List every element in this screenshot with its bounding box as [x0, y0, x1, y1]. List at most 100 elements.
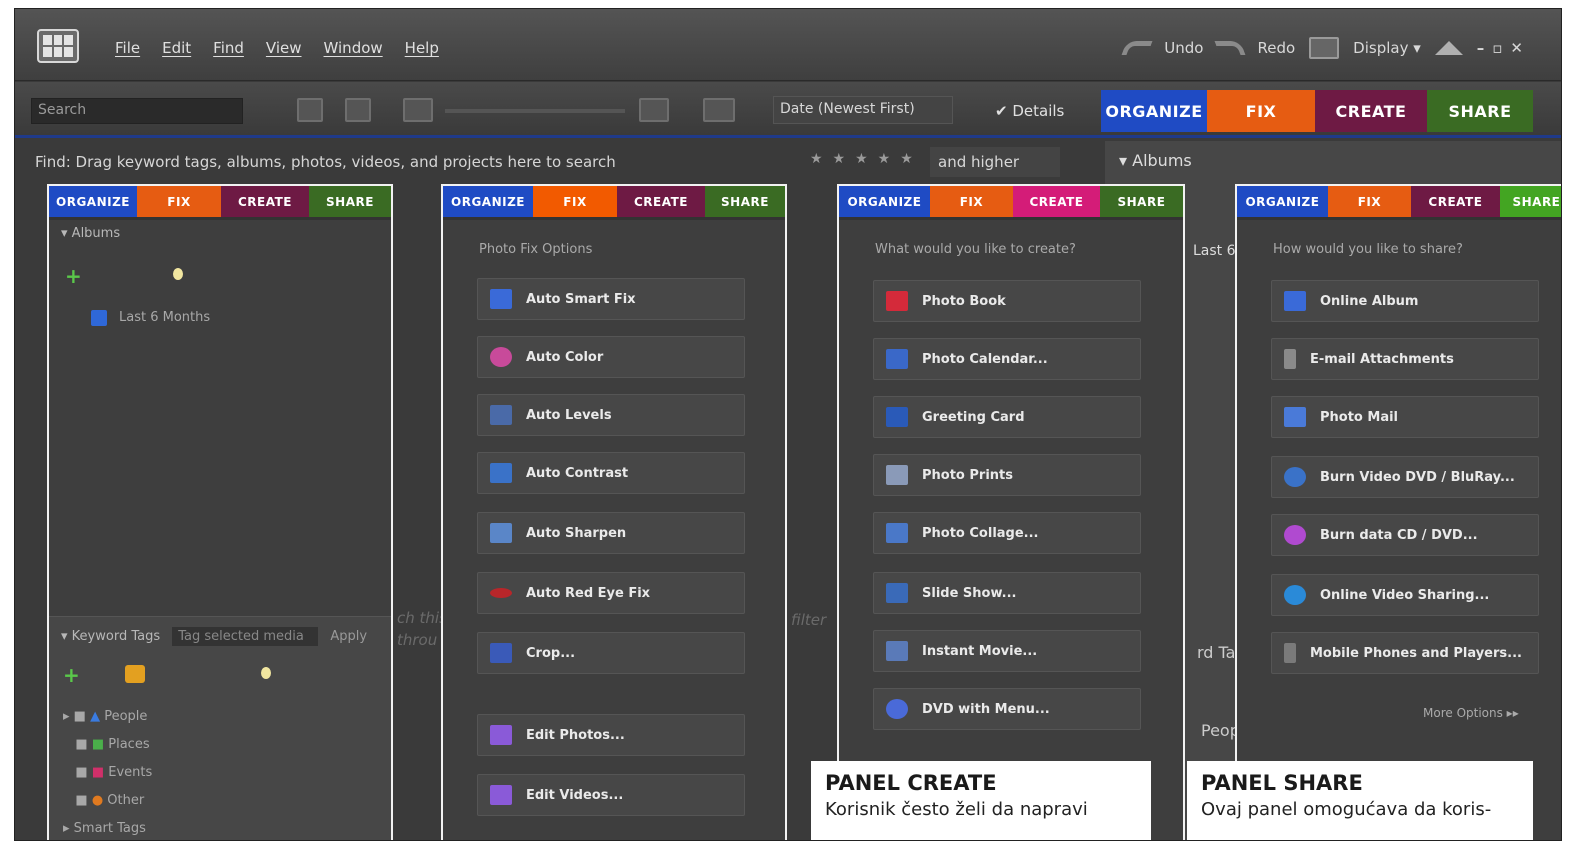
add-icon[interactable]: +	[65, 264, 82, 288]
photo-collage-button[interactable]: Photo Collage...	[873, 512, 1141, 554]
lock-icon[interactable]	[125, 665, 145, 683]
tag-row-people[interactable]: ▸ ■ ▲ People	[63, 703, 152, 731]
tab-organize[interactable]: ORGANIZE	[1101, 90, 1207, 132]
tag-row-other[interactable]: ■ ● Other	[63, 787, 152, 815]
tab-create[interactable]: CREATE	[1410, 186, 1500, 217]
online-album-button[interactable]: Online Album	[1271, 280, 1539, 322]
auto-levels-label: Auto Levels	[526, 407, 612, 423]
tag-row-places[interactable]: ■ ■ Places	[63, 731, 152, 759]
albums-header[interactable]: ▾ Albums	[49, 220, 391, 247]
tag-row-smart[interactable]: ▸ Smart Tags	[63, 815, 152, 840]
slideshow-icon[interactable]	[703, 98, 735, 122]
keyword-tags-header[interactable]: ▾ Keyword Tags Tag selected media Apply	[49, 617, 391, 652]
greeting-card-button[interactable]: Greeting Card	[873, 396, 1141, 438]
menu-edit[interactable]: Edit	[162, 39, 191, 57]
details-checkbox[interactable]: ✔ Details	[995, 102, 1064, 120]
thumbnail-size-slider[interactable]	[445, 109, 625, 113]
instant-movie-button[interactable]: Instant Movie...	[873, 630, 1141, 672]
tab-organize[interactable]: ORGANIZE	[839, 186, 930, 217]
keyword-tags-title: Keyword Tags	[71, 629, 161, 644]
apply-button[interactable]: Apply	[330, 629, 367, 644]
tab-fix[interactable]: FIX	[137, 186, 221, 217]
tab-create[interactable]: CREATE	[617, 186, 705, 217]
tag-events-label: Events	[108, 765, 153, 780]
caption-create: PANEL CREATE Korisnik često želi da napr…	[811, 761, 1151, 840]
window-controls[interactable]: –▫✕	[1477, 39, 1531, 57]
slide-show-label: Slide Show...	[922, 585, 1017, 601]
tag-list: ▸ ■ ▲ People ■ ■ Places ■ ■ Events ■ ● O…	[63, 703, 152, 840]
tag-lightbulb-icon[interactable]	[261, 667, 271, 679]
tab-fix[interactable]: FIX	[1207, 90, 1315, 132]
menu-file[interactable]: File	[115, 39, 140, 57]
more-options-link[interactable]: More Options ▸▸	[1423, 706, 1519, 720]
online-video-sharing-button[interactable]: Online Video Sharing...	[1271, 574, 1539, 616]
redo-button[interactable]: Redo	[1257, 39, 1295, 57]
email-attachments-button[interactable]: E-mail Attachments	[1271, 338, 1539, 380]
burn-data-cd-button[interactable]: Burn data CD / DVD...	[1271, 514, 1539, 556]
auto-red-eye-fix-button[interactable]: Auto Red Eye Fix	[477, 572, 745, 614]
phone-icon	[1284, 643, 1296, 663]
menubar: File Edit Find View Window Help Undo Red…	[15, 9, 1561, 81]
lightbulb-icon[interactable]	[173, 268, 183, 280]
share-panel: ORGANIZE FIX CREATE SHARE How would you …	[1235, 184, 1561, 840]
auto-levels-button[interactable]: Auto Levels	[477, 394, 745, 436]
tag-media-input[interactable]: Tag selected media	[172, 627, 319, 646]
undo-button[interactable]: Undo	[1164, 39, 1203, 57]
rating-stars[interactable]: ★★★★★	[810, 151, 923, 167]
tab-share[interactable]: SHARE	[705, 186, 785, 217]
tab-organize[interactable]: ORGANIZE	[1237, 186, 1328, 217]
crop-icon	[490, 643, 512, 663]
slideshow-icon	[886, 583, 908, 603]
menu-window[interactable]: Window	[324, 39, 383, 57]
tab-organize[interactable]: ORGANIZE	[49, 186, 137, 217]
auto-sharpen-button[interactable]: Auto Sharpen	[477, 512, 745, 554]
burn-video-dvd-button[interactable]: Burn Video DVD / BluRay...	[1271, 456, 1539, 498]
auto-smart-fix-button[interactable]: Auto Smart Fix	[477, 278, 745, 320]
display-button[interactable]: Display ▾	[1353, 39, 1421, 57]
caption-share-text: Ovaj panel omogućava da koris-	[1201, 799, 1492, 820]
tab-share[interactable]: SHARE	[309, 186, 391, 217]
add-tag-icon[interactable]: +	[63, 663, 80, 687]
create-title: What would you like to create?	[875, 242, 1076, 257]
tag-places-label: Places	[108, 737, 150, 752]
online-video-sharing-label: Online Video Sharing...	[1320, 587, 1490, 603]
home-icon[interactable]	[1434, 41, 1463, 55]
sort-dropdown[interactable]: Date (Newest First)	[773, 96, 953, 124]
photo-book-icon	[886, 291, 908, 311]
single-view-icon[interactable]	[297, 98, 323, 122]
dvd-with-menu-button[interactable]: DVD with Menu...	[873, 688, 1141, 730]
auto-contrast-button[interactable]: Auto Contrast	[477, 452, 745, 494]
mobile-phones-button[interactable]: Mobile Phones and Players...	[1271, 632, 1539, 674]
photo-book-button[interactable]: Photo Book	[873, 280, 1141, 322]
tab-fix[interactable]: FIX	[929, 186, 1013, 217]
search-input[interactable]: Search	[31, 98, 243, 124]
tab-create[interactable]: CREATE	[1012, 186, 1100, 217]
tab-fix[interactable]: FIX	[533, 186, 617, 217]
photo-calendar-button[interactable]: Photo Calendar...	[873, 338, 1141, 380]
photo-collage-label: Photo Collage...	[922, 525, 1039, 541]
stack-view-icon[interactable]	[345, 98, 371, 122]
large-thumb-icon[interactable]	[639, 98, 669, 122]
menu-help[interactable]: Help	[405, 39, 439, 57]
edit-videos-button[interactable]: Edit Videos...	[477, 774, 745, 816]
photo-prints-button[interactable]: Photo Prints	[873, 454, 1141, 496]
tab-share[interactable]: SHARE	[1099, 186, 1183, 217]
tag-row-events[interactable]: ■ ■ Events	[63, 759, 152, 787]
menu-view[interactable]: View	[266, 39, 302, 57]
tab-organize[interactable]: ORGANIZE	[443, 186, 533, 217]
photo-mail-button[interactable]: Photo Mail	[1271, 396, 1539, 438]
tab-share[interactable]: SHARE	[1427, 90, 1533, 132]
rating-filter-dropdown[interactable]: and higher	[930, 147, 1060, 177]
album-item[interactable]: Last 6 Months	[119, 310, 210, 325]
albums-section-header[interactable]: ▾ Albums	[1119, 151, 1561, 170]
tab-fix[interactable]: FIX	[1327, 186, 1411, 217]
auto-color-button[interactable]: Auto Color	[477, 336, 745, 378]
menu-find[interactable]: Find	[213, 39, 244, 57]
grid-view-icon[interactable]	[403, 98, 433, 122]
crop-button[interactable]: Crop...	[477, 632, 745, 674]
tab-create[interactable]: CREATE	[221, 186, 309, 217]
tab-share[interactable]: SHARE	[1499, 186, 1561, 217]
edit-photos-button[interactable]: Edit Photos...	[477, 714, 745, 756]
tab-create[interactable]: CREATE	[1315, 90, 1427, 132]
slide-show-button[interactable]: Slide Show...	[873, 572, 1141, 614]
